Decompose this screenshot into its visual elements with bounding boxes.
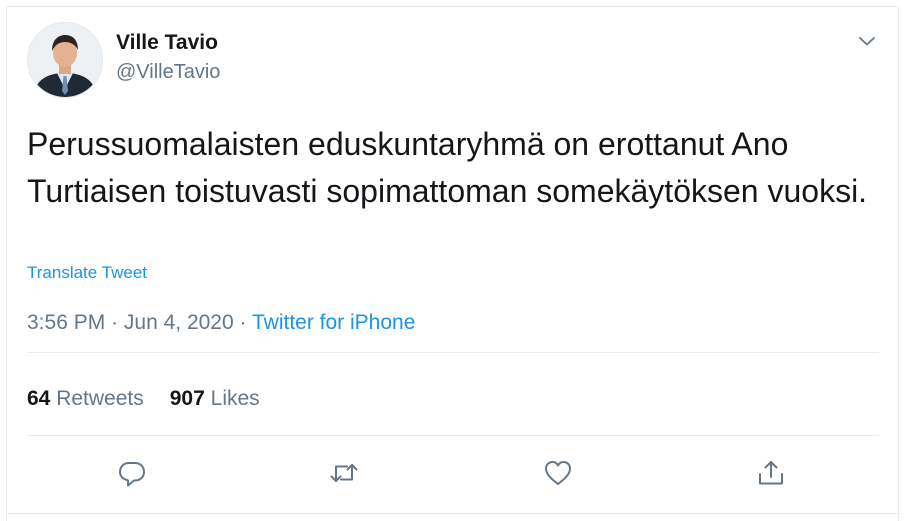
- avatar[interactable]: [27, 22, 103, 98]
- like-button[interactable]: [541, 456, 575, 490]
- retweets-count: 64: [27, 387, 51, 410]
- tweet-stats: 64 Retweets 907 Likes: [27, 386, 260, 412]
- heart-icon: [545, 461, 571, 485]
- reply-button[interactable]: [115, 456, 149, 490]
- retweet-button[interactable]: [327, 456, 361, 490]
- likes-stat[interactable]: 907 Likes: [170, 387, 260, 410]
- author-handle[interactable]: @VilleTavio: [116, 60, 220, 84]
- divider: [7, 513, 900, 514]
- share-button[interactable]: [754, 456, 788, 490]
- retweets-stat[interactable]: 64 Retweets: [27, 387, 144, 410]
- reply-icon: [119, 462, 145, 487]
- divider: [27, 352, 879, 353]
- author-display-name[interactable]: Ville Tavio: [116, 31, 218, 55]
- retweets-label: Retweets: [56, 387, 144, 410]
- tweet-card: Ville Tavio @VilleTavio Perussuomalaiste…: [6, 6, 900, 521]
- more-options-button[interactable]: [855, 29, 879, 53]
- meta-separator: ·: [111, 311, 119, 334]
- meta-separator: ·: [239, 311, 247, 334]
- share-icon: [759, 461, 783, 485]
- tweet-metadata: 3:56 PM · Jun 4, 2020 · Twitter for iPho…: [27, 310, 415, 336]
- likes-count: 907: [169, 387, 205, 410]
- chevron-down-icon: [859, 37, 875, 46]
- translate-tweet-link[interactable]: Translate Tweet: [27, 263, 147, 283]
- tweet-text: Perussuomalaisten eduskuntaryhmä on erot…: [27, 126, 868, 209]
- tweet-time[interactable]: 3:56 PM: [27, 311, 105, 334]
- likes-label: Likes: [210, 387, 260, 410]
- profile-photo-icon: [28, 23, 102, 97]
- divider: [27, 435, 879, 436]
- tweet-source-link[interactable]: Twitter for iPhone: [252, 311, 415, 334]
- retweet-icon: [330, 464, 358, 482]
- tweet-date[interactable]: Jun 4, 2020: [124, 311, 234, 334]
